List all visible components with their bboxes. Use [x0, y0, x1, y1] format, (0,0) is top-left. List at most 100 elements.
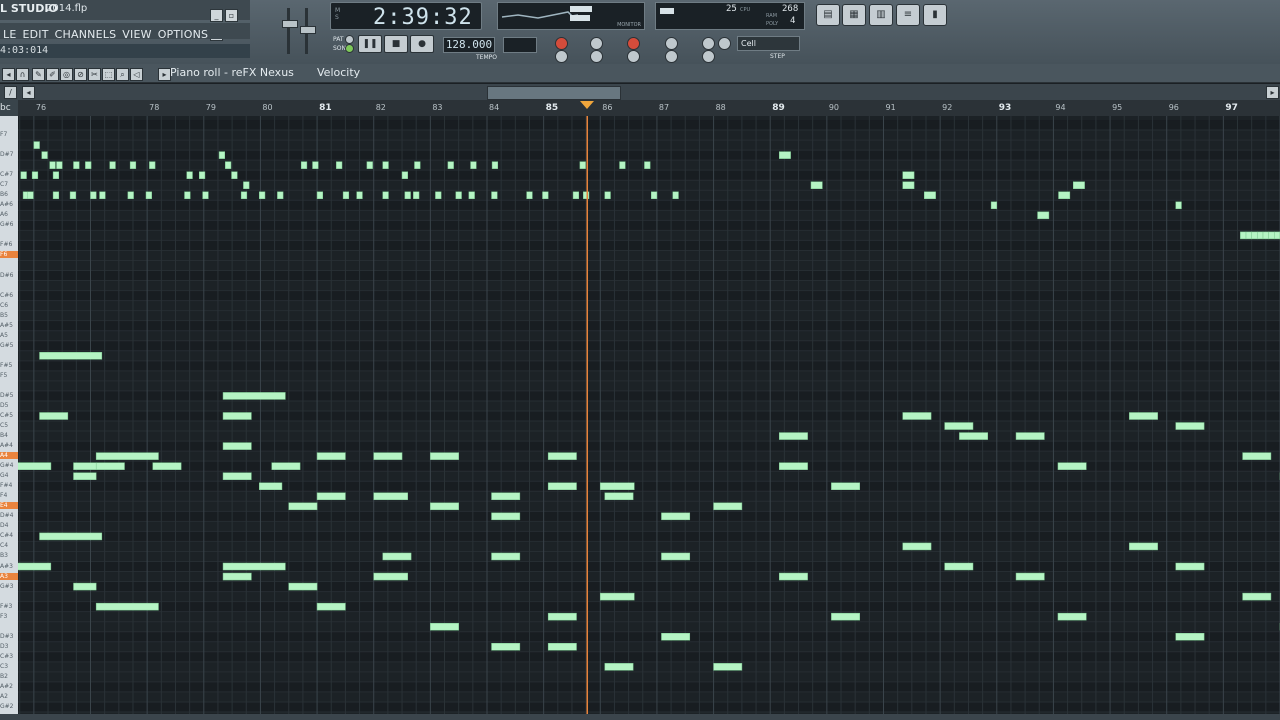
erase-icon[interactable]: ◎ [60, 68, 73, 81]
typing-keyboard-button[interactable] [718, 37, 731, 50]
key-label[interactable]: B6 [0, 191, 8, 198]
key-label[interactable]: B3 [0, 552, 8, 559]
master-pitch-knob[interactable] [300, 26, 316, 34]
key-label[interactable]: D#7 [0, 151, 13, 158]
key-label[interactable]: F6 [0, 251, 18, 259]
key-label[interactable]: A#5 [0, 322, 13, 329]
key-label[interactable]: D4 [0, 522, 8, 529]
key-label[interactable]: E4 [0, 502, 18, 510]
playhead-marker-icon[interactable] [580, 101, 595, 109]
menu-options[interactable]: OPTIONS [155, 27, 212, 43]
key-label[interactable]: D3 [0, 643, 8, 650]
key-label[interactable]: C5 [0, 422, 8, 429]
key-label[interactable]: A4 [0, 452, 18, 460]
piano-roll-title[interactable]: Piano roll - reFX Nexus [170, 66, 294, 79]
key-label[interactable]: F7 [0, 131, 7, 138]
stop-button[interactable]: ■ [384, 35, 408, 53]
key-label[interactable]: D#6 [0, 272, 13, 279]
menu-arrow-icon[interactable]: ◂ [2, 68, 15, 81]
key-label[interactable]: A5 [0, 332, 8, 339]
key-label[interactable]: D#4 [0, 512, 13, 519]
playback-icon[interactable]: ◁ [130, 68, 143, 81]
metronome-button[interactable] [627, 37, 640, 50]
key-label[interactable]: F4 [0, 492, 7, 499]
countdown-button[interactable] [590, 37, 603, 50]
master-volume-track[interactable] [287, 8, 290, 54]
time-ruler[interactable]: bc 76 78 79 80 81 82 83 84 85 86 87 88 89 90 91 92 93 94 9… [0, 100, 1280, 116]
pencil-icon[interactable]: ✎ [32, 68, 45, 81]
pattern-display[interactable] [503, 37, 537, 53]
record-button[interactable]: ● [410, 35, 434, 53]
key-label[interactable]: F5 [0, 372, 7, 379]
key-label[interactable]: F#5 [0, 362, 12, 369]
mixer-button[interactable]: ▮ [923, 4, 947, 26]
pause-button[interactable]: ❚❚ [358, 35, 382, 53]
key-label[interactable]: B5 [0, 312, 8, 319]
pencil-small-icon[interactable]: / [4, 86, 17, 99]
paint-icon[interactable]: ✐ [46, 68, 59, 81]
playlist-window-button[interactable]: ▤ [816, 4, 840, 26]
loop-record-button[interactable] [555, 50, 568, 63]
key-label[interactable]: G#6 [0, 221, 14, 228]
key-label[interactable]: D#3 [0, 633, 13, 640]
menu-edit[interactable]: EDIT [19, 27, 51, 43]
key-label[interactable]: B4 [0, 432, 8, 439]
key-label[interactable]: C#4 [0, 532, 13, 539]
zoom-icon[interactable]: ⌕ [116, 68, 129, 81]
step-sequencer-button[interactable]: ▦ [842, 4, 866, 26]
select-icon[interactable]: ⬚ [102, 68, 115, 81]
song-mode-led[interactable] [345, 44, 354, 53]
slice-icon[interactable]: ✂ [88, 68, 101, 81]
key-label[interactable]: C4 [0, 542, 8, 549]
browser-button[interactable]: ≡ [896, 4, 920, 26]
key-label[interactable]: B2 [0, 673, 8, 680]
key-label[interactable]: G#5 [0, 342, 14, 349]
scroll-left-icon[interactable]: ◂ [22, 86, 35, 99]
key-label[interactable]: C6 [0, 302, 8, 309]
key-label[interactable]: G#3 [0, 583, 14, 590]
blend-button[interactable] [665, 37, 678, 50]
maximize-button[interactable]: ▫ [225, 9, 238, 22]
scroll-button[interactable] [665, 50, 678, 63]
key-label[interactable]: A#2 [0, 683, 13, 690]
multilink-button[interactable] [702, 50, 715, 63]
master-volume-knob[interactable] [282, 20, 298, 28]
wait-button[interactable] [590, 50, 603, 63]
step-edit-button[interactable] [702, 37, 715, 50]
tempo-display[interactable]: 128.000 [443, 37, 495, 53]
key-label[interactable]: A#6 [0, 201, 13, 208]
key-label[interactable]: G4 [0, 472, 8, 479]
record-mode-button[interactable] [555, 37, 568, 50]
horizontal-scrollbar[interactable]: / ◂ ▸ [0, 84, 1280, 100]
snap-select[interactable]: Cell [737, 36, 800, 51]
key-label[interactable]: C#3 [0, 653, 13, 660]
key-label[interactable]: C#7 [0, 171, 13, 178]
magnet-icon[interactable]: ∩ [16, 68, 29, 81]
key-label[interactable]: C3 [0, 663, 8, 670]
mute-icon[interactable]: ⊘ [74, 68, 87, 81]
key-label[interactable]: F#4 [0, 482, 12, 489]
tail-button[interactable] [627, 50, 640, 63]
menu-channels[interactable]: CHANNELS [52, 27, 120, 43]
key-label[interactable]: D#5 [0, 392, 13, 399]
key-label[interactable]: C7 [0, 181, 8, 188]
key-label[interactable]: A#4 [0, 442, 13, 449]
key-label[interactable]: C#5 [0, 412, 13, 419]
menu-view[interactable]: VIEW [119, 27, 154, 43]
note-grid[interactable] [18, 116, 1280, 714]
piano-keyboard[interactable]: F7 D#7 C#7 C7 B6 A#6 A6 G#6 F#6 F6 D#6 C#6 C6 B5 A#5 A5… [0, 116, 18, 716]
key-label[interactable]: A2 [0, 693, 8, 700]
target-control[interactable]: Velocity [317, 66, 360, 79]
pat-mode-led[interactable] [345, 35, 354, 44]
key-label[interactable]: A3 [0, 572, 18, 580]
key-label[interactable]: F3 [0, 613, 7, 620]
key-label[interactable]: A#3 [0, 563, 13, 570]
piano-roll-button[interactable]: ▥ [869, 4, 893, 26]
key-label[interactable]: F#6 [0, 241, 12, 248]
key-label[interactable]: F#3 [0, 603, 12, 610]
scroll-right-icon[interactable]: ▸ [1266, 86, 1279, 99]
scrollbar-thumb[interactable] [487, 86, 621, 100]
key-label[interactable]: D5 [0, 402, 8, 409]
key-label[interactable]: G#2 [0, 703, 14, 710]
key-label[interactable]: G#4 [0, 462, 14, 469]
